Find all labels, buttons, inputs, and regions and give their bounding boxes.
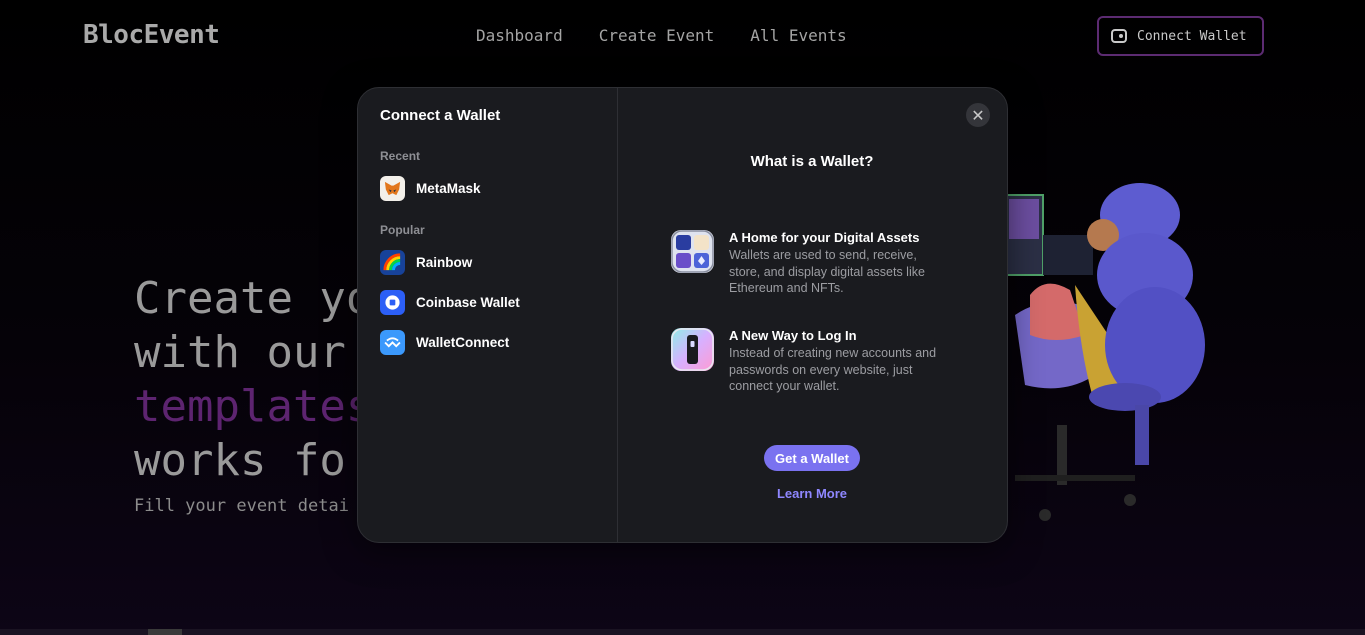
connect-wallet-label: Connect Wallet xyxy=(1137,28,1247,44)
info-title: A Home for your Digital Assets xyxy=(729,230,920,245)
walletconnect-icon xyxy=(380,330,405,355)
modal-title: Connect a Wallet xyxy=(380,107,501,124)
app-logo[interactable]: BlocEvent xyxy=(83,20,220,50)
wallet-name: MetaMask xyxy=(416,181,481,196)
hero-line-2: with our xyxy=(134,327,346,378)
wallet-name: Coinbase Wallet xyxy=(416,295,520,310)
rainbow-icon xyxy=(380,250,405,275)
get-wallet-button[interactable]: Get a Wallet xyxy=(764,445,860,471)
hero-subtitle: Fill your event detai xyxy=(134,496,349,516)
nav-create-event[interactable]: Create Event xyxy=(599,26,715,45)
hero-line-3: templates xyxy=(134,381,373,432)
wallet-name: Rainbow xyxy=(416,255,473,270)
popular-label: Popular xyxy=(380,223,425,237)
nav-dashboard[interactable]: Dashboard xyxy=(476,26,563,45)
coinbase-icon xyxy=(380,290,405,315)
info-description: Instead of creating new accounts and pas… xyxy=(729,346,937,393)
info-title: A New Way to Log In xyxy=(729,328,857,343)
wallet-list-panel: Connect a Wallet Recent MetaMask Popular… xyxy=(358,88,618,542)
assets-grid-icon xyxy=(671,230,714,273)
what-is-wallet-title: What is a Wallet? xyxy=(750,153,874,170)
wallet-option-rainbow[interactable]: Rainbow xyxy=(380,250,472,275)
wallet-option-walletconnect[interactable]: WalletConnect xyxy=(380,330,509,355)
wallet-name: WalletConnect xyxy=(416,335,510,350)
hero-section: Create yo with our templates works fo Fi… xyxy=(134,272,372,516)
wallet-option-metamask[interactable]: MetaMask xyxy=(380,176,481,201)
wallet-icon xyxy=(1111,29,1127,43)
connect-wallet-modal: Connect a Wallet Recent MetaMask Popular… xyxy=(357,87,1008,543)
recent-label: Recent xyxy=(380,149,421,163)
close-icon[interactable]: ✕ xyxy=(966,103,990,127)
metamask-fox-icon xyxy=(380,176,405,201)
connect-wallet-button[interactable]: Connect Wallet xyxy=(1097,16,1264,56)
wallet-option-coinbase[interactable]: Coinbase Wallet xyxy=(380,290,520,315)
bottom-bar xyxy=(0,629,1365,635)
info-digital-assets: A Home for your Digital Assets Wallets a… xyxy=(671,230,949,297)
top-header: BlocEvent Dashboard Create Event All Eve… xyxy=(0,0,1365,70)
hero-line-4: works fo xyxy=(134,435,346,486)
learn-more-link[interactable]: Learn More xyxy=(617,486,1007,501)
info-login: A New Way to Log In Instead of creating … xyxy=(671,328,949,395)
login-key-icon xyxy=(671,328,714,371)
hero-illustration xyxy=(1004,183,1205,521)
hero-line-1: Create yo xyxy=(134,273,373,324)
main-nav: Dashboard Create Event All Events xyxy=(476,26,847,45)
nav-all-events[interactable]: All Events xyxy=(750,26,846,45)
info-description: Wallets are used to send, receive, store… xyxy=(729,248,925,295)
bottom-scroll-indicator xyxy=(148,629,182,635)
